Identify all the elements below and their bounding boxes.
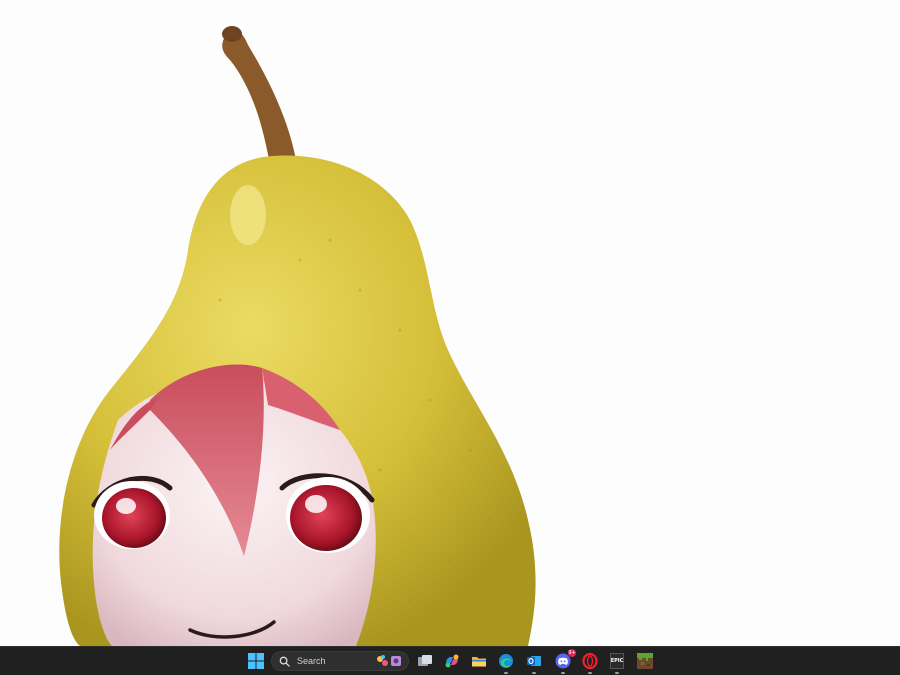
edge-icon [499,654,513,668]
opera-icon [582,653,598,669]
edge-running-indicator [504,672,508,674]
search-icon [279,655,291,667]
pear-stem [222,28,296,165]
windows-start-icon [248,653,264,669]
wallpaper-pear-character [59,26,536,646]
task-view-button[interactable] [414,650,436,672]
epic-games-button[interactable]: EPIC [606,650,628,674]
edge-button[interactable] [495,650,517,674]
copilot-button[interactable] [441,650,463,672]
desktop [0,0,900,646]
taskbar: Search 9+ EPIC [0,646,900,675]
copilot-icon [445,654,459,668]
opera-button[interactable] [579,650,601,674]
minecraft-button[interactable] [634,650,656,672]
search-box[interactable]: Search [271,651,409,671]
discord-running-indicator [561,672,565,674]
folder-icon [472,657,486,667]
epic-games-running-indicator [615,672,619,674]
discord-notification-badge: 9+ [568,649,576,657]
outlook-button[interactable] [523,650,545,674]
search-placeholder: Search [297,656,326,666]
file-explorer-button[interactable] [468,650,490,672]
minecraft-icon [637,653,653,669]
outlook-running-indicator [532,672,536,674]
discord-button[interactable]: 9+ [552,649,576,674]
epic-games-icon: EPIC [610,653,624,669]
search-highlight-icon [377,655,401,666]
start-button[interactable] [245,650,267,672]
opera-running-indicator [588,672,592,674]
outlook-icon [527,656,541,666]
task-view-icon [418,655,432,666]
epic-games-label: EPIC [610,657,624,664]
